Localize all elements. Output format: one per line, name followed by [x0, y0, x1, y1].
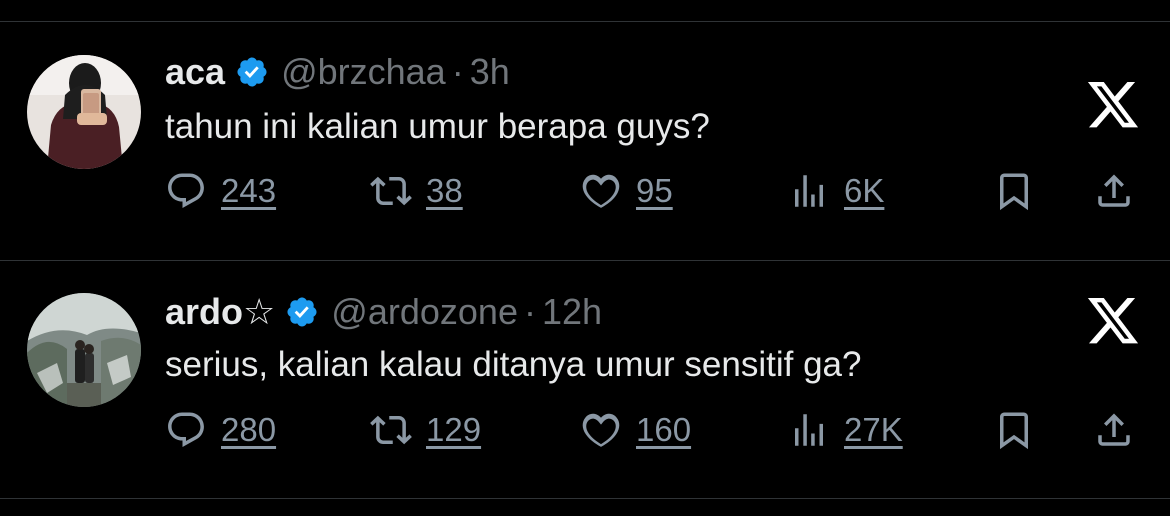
retweet-icon: [370, 415, 412, 445]
timestamp[interactable]: 3h: [470, 51, 510, 93]
share-icon: [1098, 413, 1130, 446]
retweet-button[interactable]: 38: [370, 170, 463, 212]
retweet-count[interactable]: 129: [426, 411, 481, 449]
separator-dot: ·: [451, 51, 464, 92]
bookmark-icon: [1000, 412, 1028, 450]
share-icon: [1098, 174, 1130, 207]
tweet-header: ardo☆ @ardozone · 12h: [165, 290, 602, 334]
verified-badge-icon[interactable]: [285, 295, 319, 329]
tweet-card[interactable]: ardo☆ @ardozone · 12h serius, kalian kal…: [0, 261, 1170, 499]
bookmark-button[interactable]: [993, 409, 1035, 456]
views-button[interactable]: 27K: [788, 409, 903, 451]
bookmark-icon: [1000, 173, 1028, 211]
x-logo-icon: [1087, 82, 1139, 128]
tweet-text: tahun ini kalian umur berapa guys?: [165, 107, 710, 146]
reply-icon: [168, 412, 204, 447]
like-button[interactable]: 95: [580, 170, 673, 212]
reply-count[interactable]: 243: [221, 172, 276, 210]
like-icon: [582, 413, 620, 447]
like-icon: [582, 174, 620, 208]
view-count[interactable]: 6K: [844, 172, 884, 210]
handle[interactable]: @brzchaa: [281, 51, 446, 93]
handle[interactable]: @ardozone: [331, 291, 518, 333]
like-count[interactable]: 160: [636, 411, 691, 449]
view-count[interactable]: 27K: [844, 411, 903, 449]
tweet-actions: 243 38 95 6K: [0, 170, 1170, 220]
like-button[interactable]: 160: [580, 409, 691, 451]
retweet-count[interactable]: 38: [426, 172, 463, 210]
avatar[interactable]: [27, 55, 141, 169]
retweet-button[interactable]: 129: [370, 409, 481, 451]
views-icon: [795, 175, 823, 207]
reply-button[interactable]: 280: [165, 409, 276, 451]
verified-badge-icon[interactable]: [235, 55, 269, 89]
retweet-icon: [370, 176, 412, 206]
tweet-actions: 280 129 160 27K: [0, 409, 1170, 459]
display-name[interactable]: aca: [165, 51, 225, 93]
separator-dot: ·: [523, 291, 536, 332]
like-count[interactable]: 95: [636, 172, 673, 210]
x-logo-icon: [1087, 298, 1139, 344]
bottom-divider: [0, 498, 1170, 499]
tweet-card[interactable]: aca @brzchaa · 3h tahun ini kalian umur …: [0, 22, 1170, 260]
reply-button[interactable]: 243: [165, 170, 276, 212]
tweet-header: aca @brzchaa · 3h: [165, 50, 510, 94]
views-icon: [795, 414, 823, 446]
avatar[interactable]: [27, 293, 141, 407]
reply-count[interactable]: 280: [221, 411, 276, 449]
share-button[interactable]: [1093, 170, 1135, 217]
share-button[interactable]: [1093, 409, 1135, 456]
bookmark-button[interactable]: [993, 170, 1035, 217]
views-button[interactable]: 6K: [788, 170, 884, 212]
display-name[interactable]: ardo☆: [165, 291, 275, 333]
timestamp[interactable]: 12h: [542, 291, 602, 333]
reply-icon: [168, 173, 204, 208]
tweet-text: serius, kalian kalau ditanya umur sensit…: [165, 345, 862, 384]
